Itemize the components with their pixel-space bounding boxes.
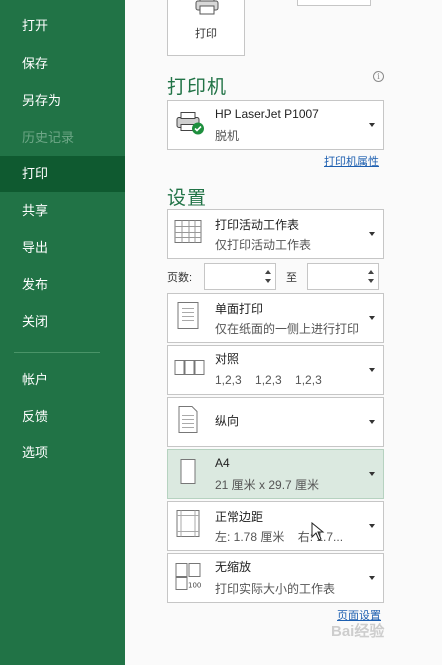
printer-status: 脱机 [215,129,240,143]
chevron-down-icon [369,472,375,476]
chevron-down-icon [369,524,375,528]
margins-dropdown[interactable]: 正常边距 左: 1.78 厘米 右: 1.7... [167,501,384,551]
scaling-dropdown[interactable]: 100 无缩放 打印实际大小的工作表 [167,553,384,603]
paper-size-subtitle: 21 厘米 x 29.7 厘米 [215,478,320,492]
watermark: Bai经验 [331,623,385,640]
nav-export[interactable]: 导出 [0,230,125,266]
print-what-title: 打印活动工作表 [215,218,300,232]
collate-icon [174,356,206,385]
nav-publish[interactable]: 发布 [0,267,125,303]
info-icon[interactable]: i [373,71,384,82]
portrait-icon [174,405,202,440]
collate-dropdown[interactable]: 对照 1,2,3 1,2,3 1,2,3 [167,345,384,395]
nav-print[interactable]: 打印 [0,156,125,192]
collate-subtitle: 1,2,3 1,2,3 1,2,3 [215,373,322,387]
settings-section-title: 设置 [167,188,208,209]
svg-text:100: 100 [188,582,201,590]
nav-close[interactable]: 关闭 [0,304,125,340]
print-what-subtitle: 仅打印活动工作表 [215,238,312,252]
printer-ready-icon [174,109,206,142]
chevron-down-icon [369,232,375,236]
collate-title: 对照 [215,352,240,366]
pages-from-input[interactable] [204,263,276,290]
nav-feedback[interactable]: 反馈 [0,399,125,435]
scaling-subtitle: 打印实际大小的工作表 [215,582,336,596]
sides-subtitle: 仅在纸面的一侧上进行打印 [215,322,360,336]
orientation-title: 纵向 [215,414,240,428]
print-button-label: 打印 [195,28,217,40]
nav-open[interactable]: 打开 [0,8,125,44]
no-scaling-icon: 100 [174,561,204,596]
nav-history: 历史记录 [22,130,75,145]
pages-label: 页数: [167,272,193,284]
spin-up-icon[interactable] [265,270,271,274]
chevron-down-icon [369,420,375,424]
to-label: 至 [286,272,297,284]
printer-icon [195,0,219,15]
paper-size-title: A4 [215,456,230,470]
chevron-down-icon [369,123,375,127]
chevron-down-icon [369,576,375,580]
spin-down-icon[interactable] [265,279,271,283]
printer-section-title: 打印机 [167,77,228,98]
sides-title: 单面打印 [215,302,264,316]
printer-name: HP LaserJet P1007 [215,107,319,121]
nav-save-as[interactable]: 另存为 [0,83,125,119]
print-panel: 打印 打印机 i HP LaserJet P1007 脱机 打印机属性 设置 打… [125,0,442,665]
margins-title: 正常边距 [215,510,264,524]
backstage-sidebar: 打开 保存 另存为 历史记录 打印 共享 导出 发布 关闭 帐户 反馈 选项 [0,0,125,665]
scaling-title: 无缩放 [215,560,252,574]
margins-icon [174,509,202,544]
sides-dropdown[interactable]: 单面打印 仅在纸面的一侧上进行打印 [167,293,384,343]
printer-properties-link[interactable]: 打印机属性 [324,153,379,169]
paper-size-dropdown[interactable]: A4 21 厘米 x 29.7 厘米 [167,449,384,499]
print-button[interactable]: 打印 [167,0,245,56]
spin-up-icon[interactable] [368,270,374,274]
paper-icon [174,457,202,492]
pages-to-input[interactable] [307,263,379,290]
nav-save[interactable]: 保存 [0,46,125,82]
worksheet-icon [174,219,202,250]
chevron-down-icon [369,316,375,320]
nav-account[interactable]: 帐户 [0,362,125,398]
orientation-dropdown[interactable]: 纵向 [167,397,384,447]
single-sided-icon [174,301,202,336]
nav-divider [14,352,100,353]
mouse-cursor-icon [311,522,325,541]
print-what-dropdown[interactable]: 打印活动工作表 仅打印活动工作表 [167,209,384,259]
printer-dropdown[interactable]: HP LaserJet P1007 脱机 [167,100,384,150]
nav-options[interactable]: 选项 [0,435,125,471]
nav-share[interactable]: 共享 [0,193,125,229]
copies-input[interactable] [297,0,371,6]
spin-down-icon[interactable] [368,279,374,283]
chevron-down-icon [369,368,375,372]
